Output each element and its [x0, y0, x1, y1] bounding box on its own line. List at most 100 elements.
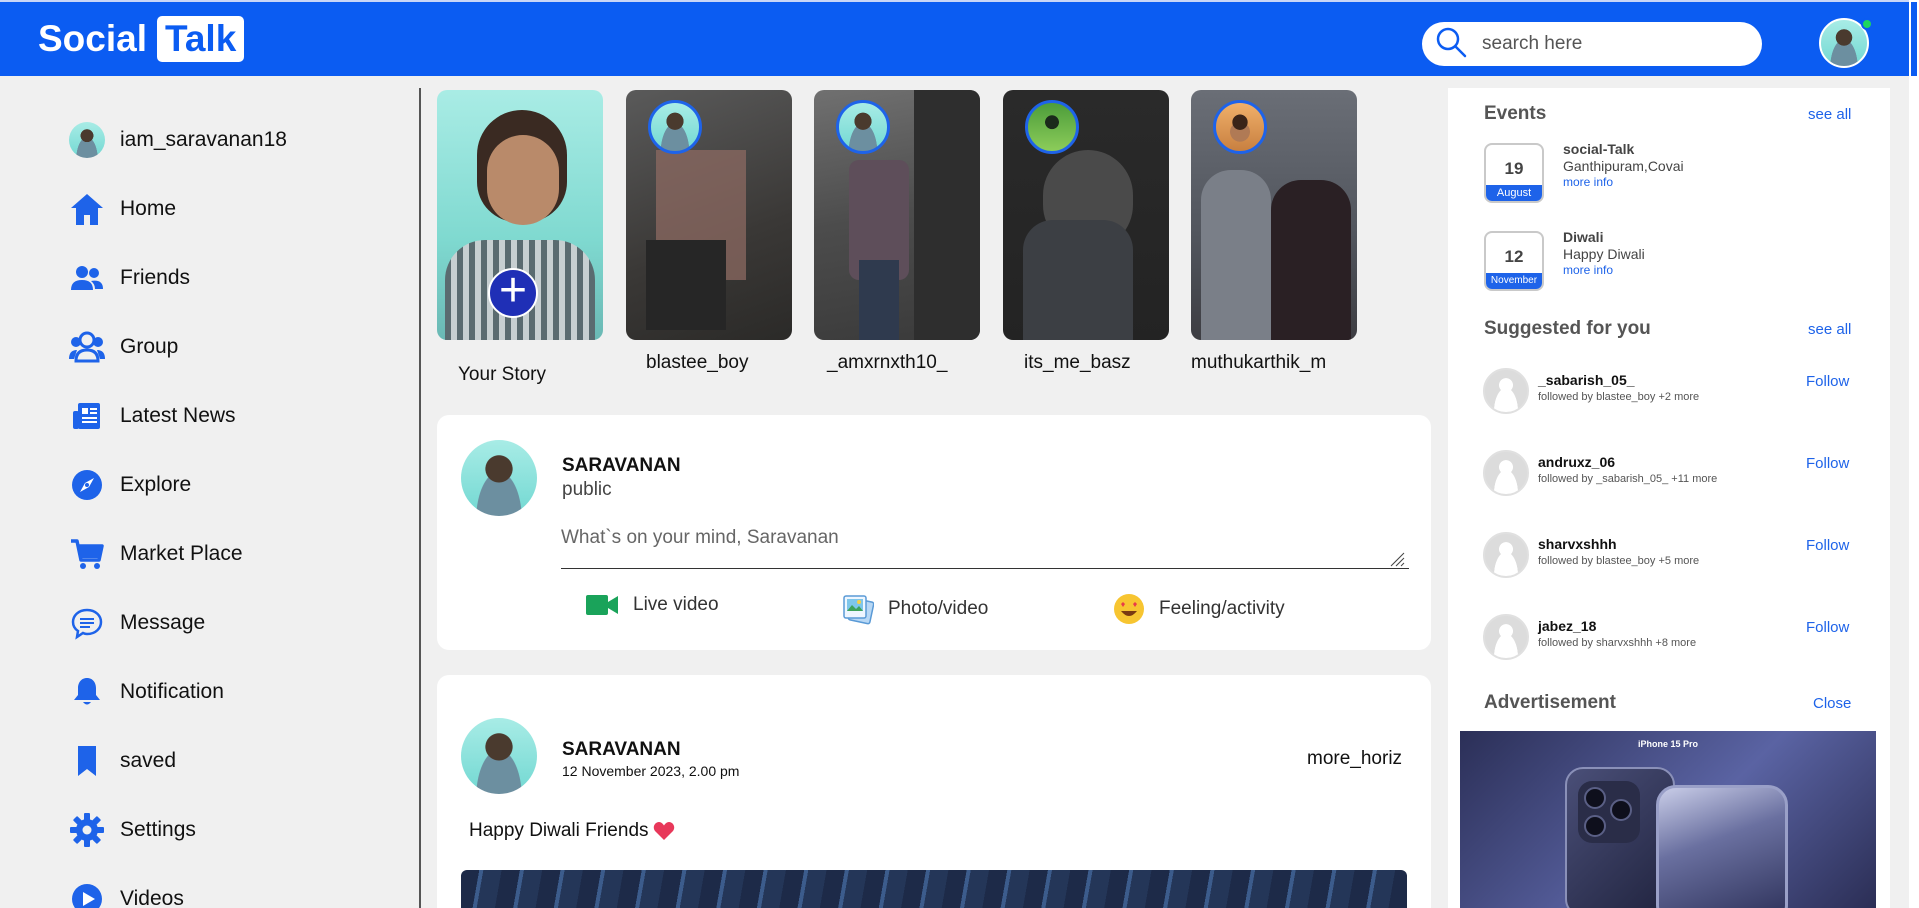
events-see-all-link[interactable]: see all	[1808, 106, 1851, 123]
photo-video-button[interactable]: Photo/video	[842, 593, 988, 625]
sidebar-divider	[419, 88, 421, 908]
event-more-info-link[interactable]: more info	[1563, 263, 1613, 277]
advertisement-close-link[interactable]: Close	[1813, 695, 1851, 712]
sidebar-item-label: Group	[120, 335, 179, 358]
brand-name: Social	[38, 18, 147, 59]
sidebar-user[interactable]: iam_saravanan18	[68, 118, 287, 162]
scrollbar-thumb[interactable]	[1911, 2, 1917, 76]
gear-icon	[68, 811, 106, 849]
suggested-avatar[interactable]	[1483, 450, 1529, 496]
sidebar-item-label: Message	[120, 611, 206, 634]
add-story-button[interactable]: +	[488, 267, 538, 318]
suggested-user-name[interactable]: sharvxshhh	[1538, 536, 1617, 552]
story-label: _amxrnxth10_	[827, 352, 948, 373]
sidebar-item-label: Market Place	[120, 542, 243, 565]
follow-button[interactable]: Follow	[1806, 373, 1849, 390]
home-icon	[68, 190, 106, 228]
suggested-followed-by: followed by blastee_boy +2 more	[1538, 391, 1700, 403]
sidebar-item-label: Explore	[120, 473, 192, 496]
post-menu-button[interactable]: more_horiz	[1307, 748, 1402, 770]
post-text-row: Happy Diwali Friends	[469, 820, 675, 842]
left-sidebar: iam_saravanan18 Home Friends Group Lates…	[0, 76, 420, 908]
user-avatar	[69, 122, 105, 158]
sidebar-item-home[interactable]: Home	[68, 187, 176, 231]
story-card-your-story[interactable]: +	[437, 90, 603, 340]
composer-visibility[interactable]: public	[562, 479, 612, 501]
post-image[interactable]	[461, 870, 1407, 908]
bookmark-icon	[68, 742, 106, 780]
suggested-user-name[interactable]: jabez_18	[1538, 618, 1596, 634]
suggested-avatar[interactable]	[1483, 368, 1529, 414]
story-label: muthukarthik_m	[1191, 352, 1327, 373]
message-icon	[68, 604, 106, 642]
event-title: Diwali	[1563, 229, 1604, 245]
event-date-badge: 19 August	[1484, 143, 1544, 203]
live-video-button[interactable]: Live video	[585, 593, 719, 617]
action-label: Feeling/activity	[1159, 598, 1285, 619]
suggested-user-name[interactable]: andruxz_06	[1538, 454, 1615, 470]
search-bar	[1422, 22, 1762, 66]
suggested-avatar[interactable]	[1483, 614, 1529, 660]
phone-front	[1656, 785, 1788, 908]
sidebar-item-notification[interactable]: Notification	[68, 670, 224, 714]
sidebar-item-label: Friends	[120, 266, 191, 289]
post-author-avatar[interactable]	[461, 718, 537, 794]
sidebar-item-saved[interactable]: saved	[68, 739, 176, 783]
event-more-info-link[interactable]: more info	[1563, 175, 1613, 189]
events-title: Events	[1484, 103, 1547, 124]
event-location: Ganthipuram,Covai	[1563, 158, 1684, 174]
story-avatar	[836, 100, 890, 154]
story-card-its-me-basz[interactable]	[1003, 90, 1169, 340]
sidebar-item-label: Home	[120, 197, 177, 220]
event-day: 19	[1504, 159, 1524, 178]
story-card-blastee-boy[interactable]	[626, 90, 792, 340]
advertisement-image[interactable]: iPhone 15 Pro	[1460, 731, 1876, 908]
top-nav-bar: Social Talk	[0, 0, 1919, 76]
follow-button[interactable]: Follow	[1806, 455, 1849, 472]
suggested-followed-by: followed by _sabarish_05_ +11 more	[1538, 473, 1718, 485]
video-camera-icon	[585, 593, 619, 617]
sidebar-item-friends[interactable]: Friends	[68, 256, 190, 300]
sidebar-item-message[interactable]: Message	[68, 601, 205, 645]
sidebar-user-name: iam_saravanan18	[120, 128, 287, 151]
follow-button[interactable]: Follow	[1806, 619, 1849, 636]
story-avatar	[1025, 100, 1079, 154]
story-card-amxrnxth10[interactable]	[814, 90, 980, 340]
advertisement-title: Advertisement	[1484, 692, 1616, 713]
follow-button[interactable]: Follow	[1806, 537, 1849, 554]
search-icon[interactable]	[1434, 25, 1468, 64]
heart-icon	[653, 822, 674, 840]
event-description: Happy Diwali	[1563, 246, 1645, 262]
post-composer-card: SARAVANAN public Live video Photo/video …	[437, 415, 1431, 650]
play-icon	[68, 880, 106, 908]
suggested-see-all-link[interactable]: see all	[1808, 321, 1851, 338]
story-card-muthukarthik-m[interactable]	[1191, 90, 1357, 340]
post-date: 12 November 2023, 2.00 pm	[562, 763, 740, 779]
suggested-avatar[interactable]	[1483, 532, 1529, 578]
right-panel: Events see all 19 August social-Talk Gan…	[1448, 88, 1890, 908]
composer-avatar[interactable]	[461, 440, 537, 516]
online-status-dot	[1861, 18, 1873, 30]
sidebar-item-group[interactable]: Group	[68, 325, 178, 369]
event-date-badge: 12 November	[1484, 231, 1544, 291]
action-label: Live video	[633, 594, 719, 615]
composer-input[interactable]	[561, 523, 1409, 569]
sidebar-item-market-place[interactable]: Market Place	[68, 532, 243, 576]
sidebar-item-explore[interactable]: Explore	[68, 463, 191, 507]
suggested-followed-by: followed by blastee_boy +5 more	[1538, 555, 1700, 567]
suggested-user-name[interactable]: _sabarish_05_	[1538, 372, 1635, 388]
feeling-activity-button[interactable]: Feeling/activity	[1113, 593, 1285, 625]
story-avatar	[648, 100, 702, 154]
composer-user-name: SARAVANAN	[562, 455, 681, 476]
search-input[interactable]	[1482, 33, 1732, 55]
resize-handle-icon[interactable]	[1389, 551, 1405, 567]
page-scrollbar[interactable]	[1909, 0, 1919, 908]
sidebar-item-settings[interactable]: Settings	[68, 808, 196, 852]
sidebar-item-label: Settings	[120, 818, 196, 841]
post-author-name[interactable]: SARAVANAN	[562, 739, 681, 761]
sidebar-item-videos[interactable]: Videos	[68, 877, 184, 908]
brand-logo[interactable]: Social Talk	[38, 16, 245, 62]
sidebar-item-latest-news[interactable]: Latest News	[68, 394, 236, 438]
post-text: Happy Diwali Friends	[469, 820, 649, 841]
sidebar-item-label: saved	[120, 749, 177, 772]
